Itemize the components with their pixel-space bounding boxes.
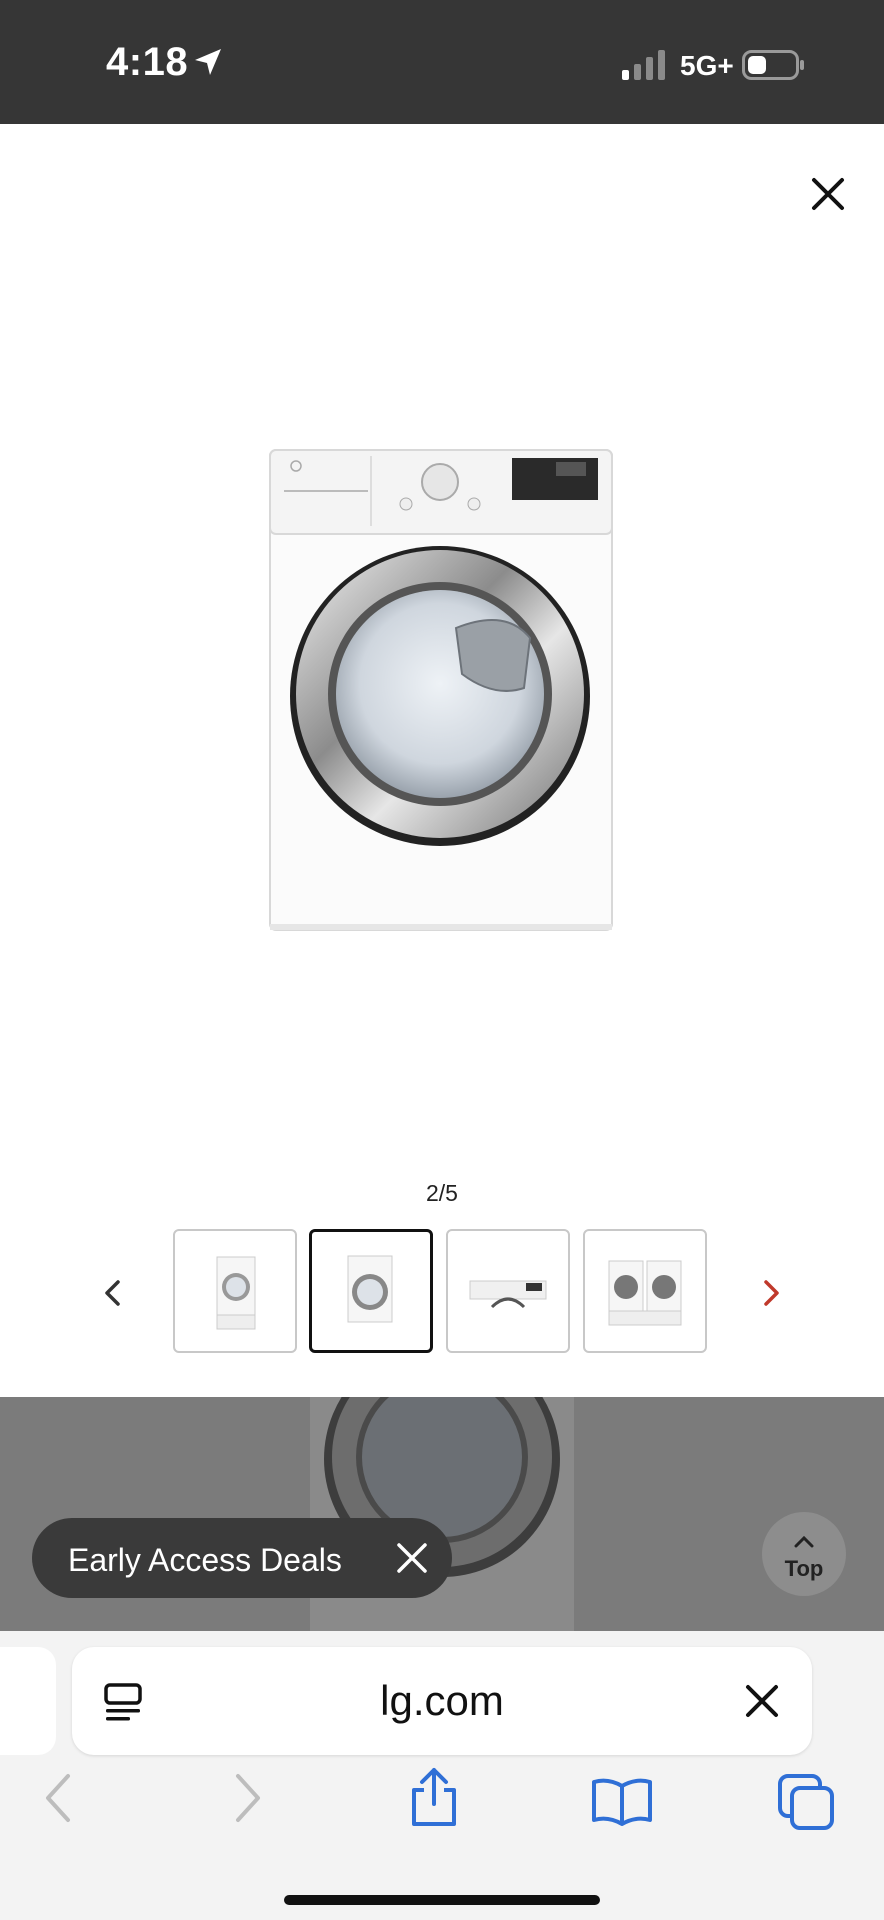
tabs-button[interactable] — [776, 1772, 836, 1837]
early-access-deals-banner[interactable]: Early Access Deals — [32, 1518, 452, 1598]
carousel-next-button[interactable] — [754, 1276, 788, 1310]
thumbnail-4[interactable] — [583, 1229, 707, 1353]
chevron-right-icon — [764, 1280, 779, 1306]
image-counter: 2/5 — [426, 1180, 458, 1206]
chevron-left-icon — [46, 1774, 70, 1822]
home-indicator — [284, 1895, 600, 1905]
address-bar[interactable]: lg.com — [72, 1647, 812, 1755]
thumbnail-1[interactable] — [173, 1229, 297, 1353]
chevron-left-icon — [105, 1280, 120, 1306]
deals-label: Early Access Deals — [68, 1542, 342, 1578]
tabs-icon — [778, 1774, 834, 1830]
browser-forward-button[interactable] — [230, 1772, 266, 1829]
top-label: Top — [784, 1556, 824, 1581]
close-icon — [812, 178, 844, 210]
share-icon — [412, 1768, 456, 1826]
status-bar: 4:18 5G+ — [0, 0, 884, 124]
url-text: lg.com — [380, 1677, 504, 1724]
bookmarks-button[interactable] — [590, 1776, 654, 1831]
close-icon — [397, 1543, 427, 1573]
bookmarks-icon — [592, 1778, 652, 1826]
product-image-dryer — [266, 448, 616, 939]
deals-close-button[interactable] — [394, 1540, 430, 1581]
status-time: 4:18 — [106, 40, 189, 84]
chevron-up-icon — [794, 1534, 814, 1553]
browser-back-button[interactable] — [40, 1772, 76, 1829]
close-icon — [746, 1685, 778, 1717]
back-to-top-button[interactable]: Top — [762, 1512, 846, 1596]
share-button[interactable] — [406, 1766, 462, 1833]
signal-icon — [622, 50, 668, 85]
previous-tab-preview[interactable] — [0, 1647, 56, 1755]
thumbnail-3[interactable] — [446, 1229, 570, 1353]
clear-url-button[interactable] — [744, 1683, 780, 1724]
chevron-right-icon — [236, 1774, 260, 1822]
location-arrow-icon — [192, 46, 224, 83]
battery-icon — [742, 50, 806, 85]
thumbnail-2[interactable] — [309, 1229, 433, 1353]
close-viewer-button[interactable] — [806, 172, 850, 216]
carousel-prev-button[interactable] — [96, 1276, 130, 1310]
network-type: 5G+ — [680, 50, 734, 81]
